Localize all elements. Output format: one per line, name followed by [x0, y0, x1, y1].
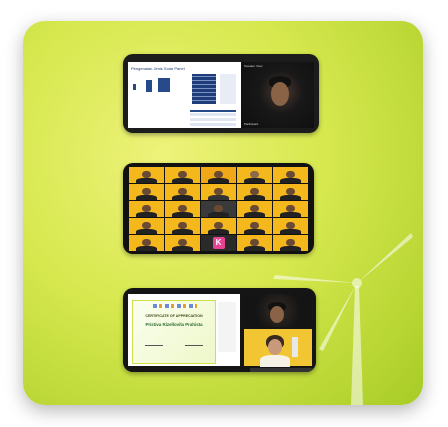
panel-icon [146, 80, 152, 92]
video-tile [165, 235, 200, 251]
video-tile [201, 184, 236, 200]
video-tile [237, 167, 272, 183]
certificate-slide: CERTIFICATE OF APPRECIATION Pristiva Riz… [128, 294, 240, 366]
solar-grid [192, 74, 216, 104]
video-tile [273, 218, 308, 234]
signature-line [185, 345, 203, 346]
video-tile [273, 235, 308, 251]
video-tile [165, 201, 200, 217]
video-tile [237, 218, 272, 234]
partner-logos [153, 304, 197, 308]
control-bar [250, 368, 316, 372]
video-tile [165, 218, 200, 234]
video-tile [273, 184, 308, 200]
video-tile [129, 218, 164, 234]
video-tile [201, 167, 236, 183]
video-tile [165, 184, 200, 200]
avatar-initial: K [212, 237, 225, 249]
camera-top-label: Speaker View [244, 64, 263, 68]
spec-table [190, 110, 236, 126]
video-tile [129, 201, 164, 217]
video-tile [237, 201, 272, 217]
panel-icon [133, 84, 136, 90]
video-tile [273, 201, 308, 217]
panel-list [220, 74, 236, 104]
slide: Pengenalan Jenis Solar Panel [128, 62, 241, 128]
video-tile [129, 167, 164, 183]
signature-line [145, 345, 163, 346]
speaker-video: Speaker View Participant [241, 62, 314, 128]
video-tile [237, 184, 272, 200]
video-gallery: K [129, 167, 308, 251]
certificate-name: Pristiva Rizellovila Prahista [145, 322, 203, 327]
presentation-screenshot: Pengenalan Jenis Solar Panel Speaker Vie… [123, 54, 319, 133]
speaker-video [244, 294, 312, 327]
panel-icon [158, 78, 170, 92]
video-tile [165, 167, 200, 183]
certificate-screenshot: CERTIFICATE OF APPRECIATION Pristiva Riz… [123, 288, 316, 372]
video-tile [273, 167, 308, 183]
certificate-title: CERTIFICATE OF APPRECIATION [145, 314, 203, 318]
camera-label: Participant [244, 122, 259, 126]
video-tile [201, 201, 236, 217]
slide-title: Pengenalan Jenis Solar Panel [131, 66, 185, 71]
slide-sidebar [218, 302, 236, 352]
video-tile [201, 218, 236, 234]
certificate: CERTIFICATE OF APPRECIATION Pristiva Riz… [132, 300, 216, 364]
avatar-tile: K [201, 235, 236, 251]
feature-card: Pengenalan Jenis Solar Panel Speaker Vie… [23, 21, 423, 405]
video-tile [129, 184, 164, 200]
video-tile [237, 235, 272, 251]
video-tile [129, 235, 164, 251]
gallery-screenshot: K [123, 163, 314, 254]
participant-video [244, 329, 312, 367]
